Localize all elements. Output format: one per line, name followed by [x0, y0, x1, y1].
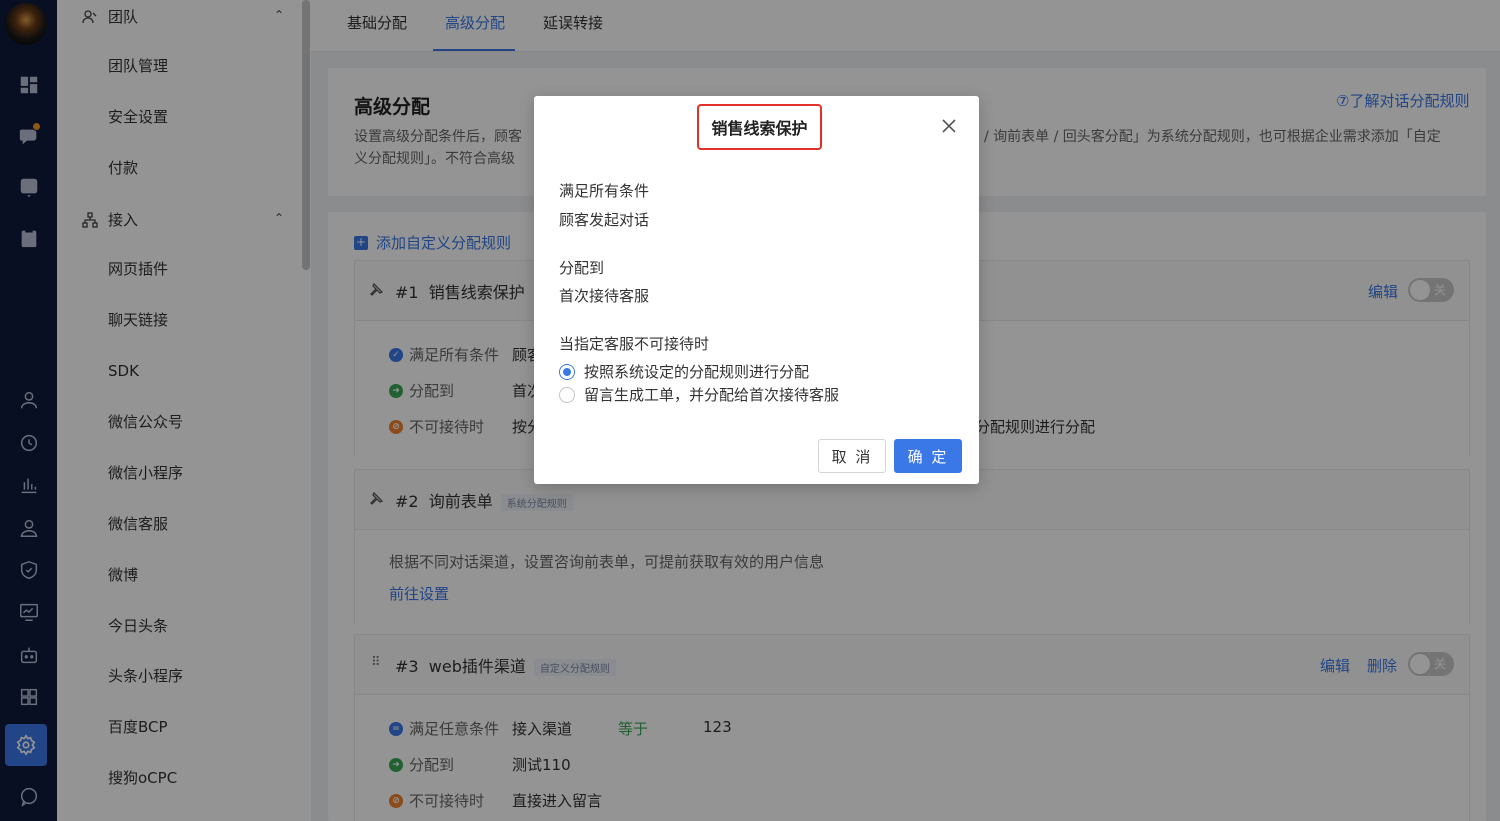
radio-selected-icon[interactable]	[559, 363, 575, 380]
close-icon[interactable]	[938, 115, 960, 137]
section-assign-value: 首次接待客服	[559, 287, 650, 305]
radio-label: 留言生成工单，并分配给首次接待客服	[584, 386, 840, 404]
radio-option-leave-message[interactable]: 留言生成工单，并分配给首次接待客服	[559, 384, 839, 405]
modal-title: 销售线索保护	[711, 119, 808, 138]
section-assign-label: 分配到	[559, 259, 605, 277]
rule-detail-modal: 销售线索保护 满足所有条件 顾客发起对话 分配到 首次接待客服 当指定客服不可接…	[534, 96, 979, 484]
section-conditions-label: 满足所有条件	[559, 182, 650, 200]
confirm-button[interactable]: 确 定	[894, 439, 962, 473]
cancel-button[interactable]: 取 消	[818, 439, 886, 473]
section-conditions-value: 顾客发起对话	[559, 211, 650, 229]
radio-option-system-rule[interactable]: 按照系统设定的分配规则进行分配	[559, 361, 809, 382]
section-unavailable-label: 当指定客服不可接待时	[559, 335, 710, 353]
radio-unselected-icon[interactable]	[559, 386, 575, 403]
modal-title-highlight: 销售线索保护	[697, 104, 822, 150]
radio-label: 按照系统设定的分配规则进行分配	[584, 363, 810, 381]
